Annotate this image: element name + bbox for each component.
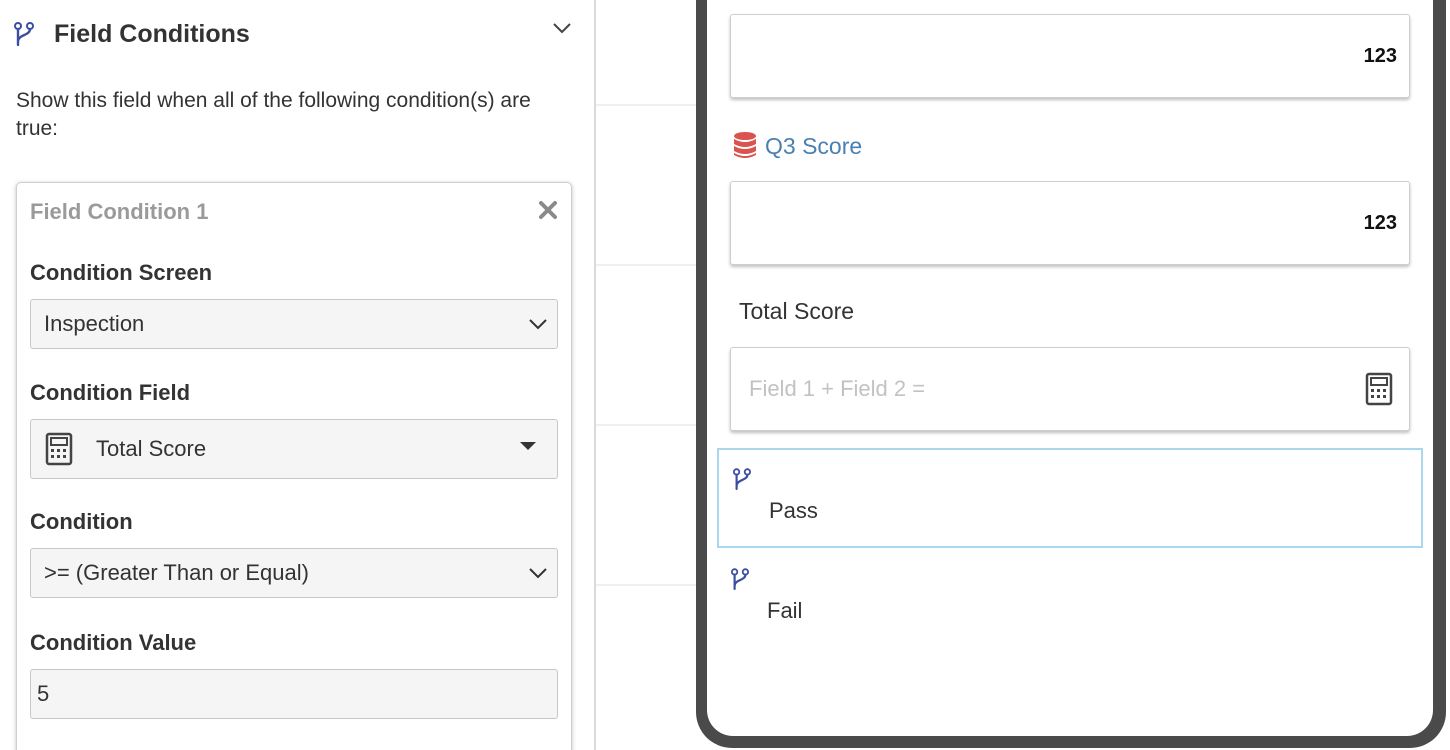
calculator-icon — [1365, 372, 1393, 406]
chevron-down-icon — [529, 568, 547, 579]
field-conditions-panel: Field Conditions Show this field when al… — [0, 0, 596, 750]
grid-line — [596, 584, 696, 586]
condition-card-title: Field Condition 1 — [30, 199, 209, 224]
condition-label: Condition — [30, 509, 133, 534]
phone-preview-frame: 123 Q3 Score 123 Total Score Field 1 + F… — [696, 0, 1446, 748]
canvas-grid — [596, 0, 696, 750]
panel-header[interactable]: Field Conditions — [0, 0, 594, 70]
close-icon[interactable] — [537, 199, 559, 221]
condition-value-label: Condition Value — [30, 630, 197, 655]
app-root: Field Conditions Show this field when al… — [0, 0, 1450, 750]
condition-screen-label: Condition Screen — [30, 260, 213, 285]
condition-operator-select[interactable]: >= (Greater Than or Equal) — [30, 548, 558, 598]
calculator-icon — [45, 432, 73, 466]
q3-score-label-row: Q3 Score — [733, 129, 1033, 163]
branch-row-label: Pass — [769, 498, 818, 523]
q2-score-value: 123 — [1363, 45, 1397, 67]
field-condition-card: Field Condition 1 Condition Screen Inspe… — [16, 182, 572, 750]
branch-row-label: Fail — [767, 598, 803, 623]
condition-field-label: Condition Field — [30, 380, 191, 405]
branch-icon — [731, 568, 749, 591]
total-score-formula-placeholder: Field 1 + Field 2 = — [749, 376, 926, 401]
condition-value-input[interactable] — [30, 669, 558, 719]
condition-operator-value: >= (Greater Than or Equal) — [44, 560, 309, 585]
database-icon — [734, 132, 756, 158]
condition-field-select[interactable]: Total Score — [30, 419, 558, 479]
branch-icon — [14, 22, 34, 47]
branch-icon — [733, 468, 751, 491]
condition-screen-select[interactable]: Inspection — [30, 299, 558, 349]
phone-screen: 123 Q3 Score 123 Total Score Field 1 + F… — [707, 0, 1433, 736]
q3-score-input[interactable]: 123 — [730, 181, 1410, 265]
grid-line — [596, 104, 696, 106]
q3-score-label: Q3 Score — [765, 133, 863, 159]
condition-screen-value: Inspection — [44, 311, 145, 336]
grid-line — [596, 424, 696, 426]
panel-title: Field Conditions — [54, 20, 250, 48]
grid-line — [596, 264, 696, 266]
chevron-down-icon[interactable] — [551, 20, 573, 36]
total-score-calc-field[interactable]: Field 1 + Field 2 = — [730, 347, 1410, 431]
panel-description: Show this field when all of the followin… — [16, 89, 531, 140]
chevron-down-icon — [529, 319, 547, 330]
q3-score-value: 123 — [1363, 212, 1397, 234]
caret-down-icon — [520, 442, 536, 450]
condition-field-value: Total Score — [96, 436, 207, 461]
branch-row-fail[interactable]: Fail — [717, 550, 1423, 650]
total-score-label: Total Score — [739, 298, 855, 324]
q2-score-input[interactable]: 123 — [730, 14, 1410, 98]
branch-row-pass[interactable]: Pass — [717, 448, 1423, 548]
